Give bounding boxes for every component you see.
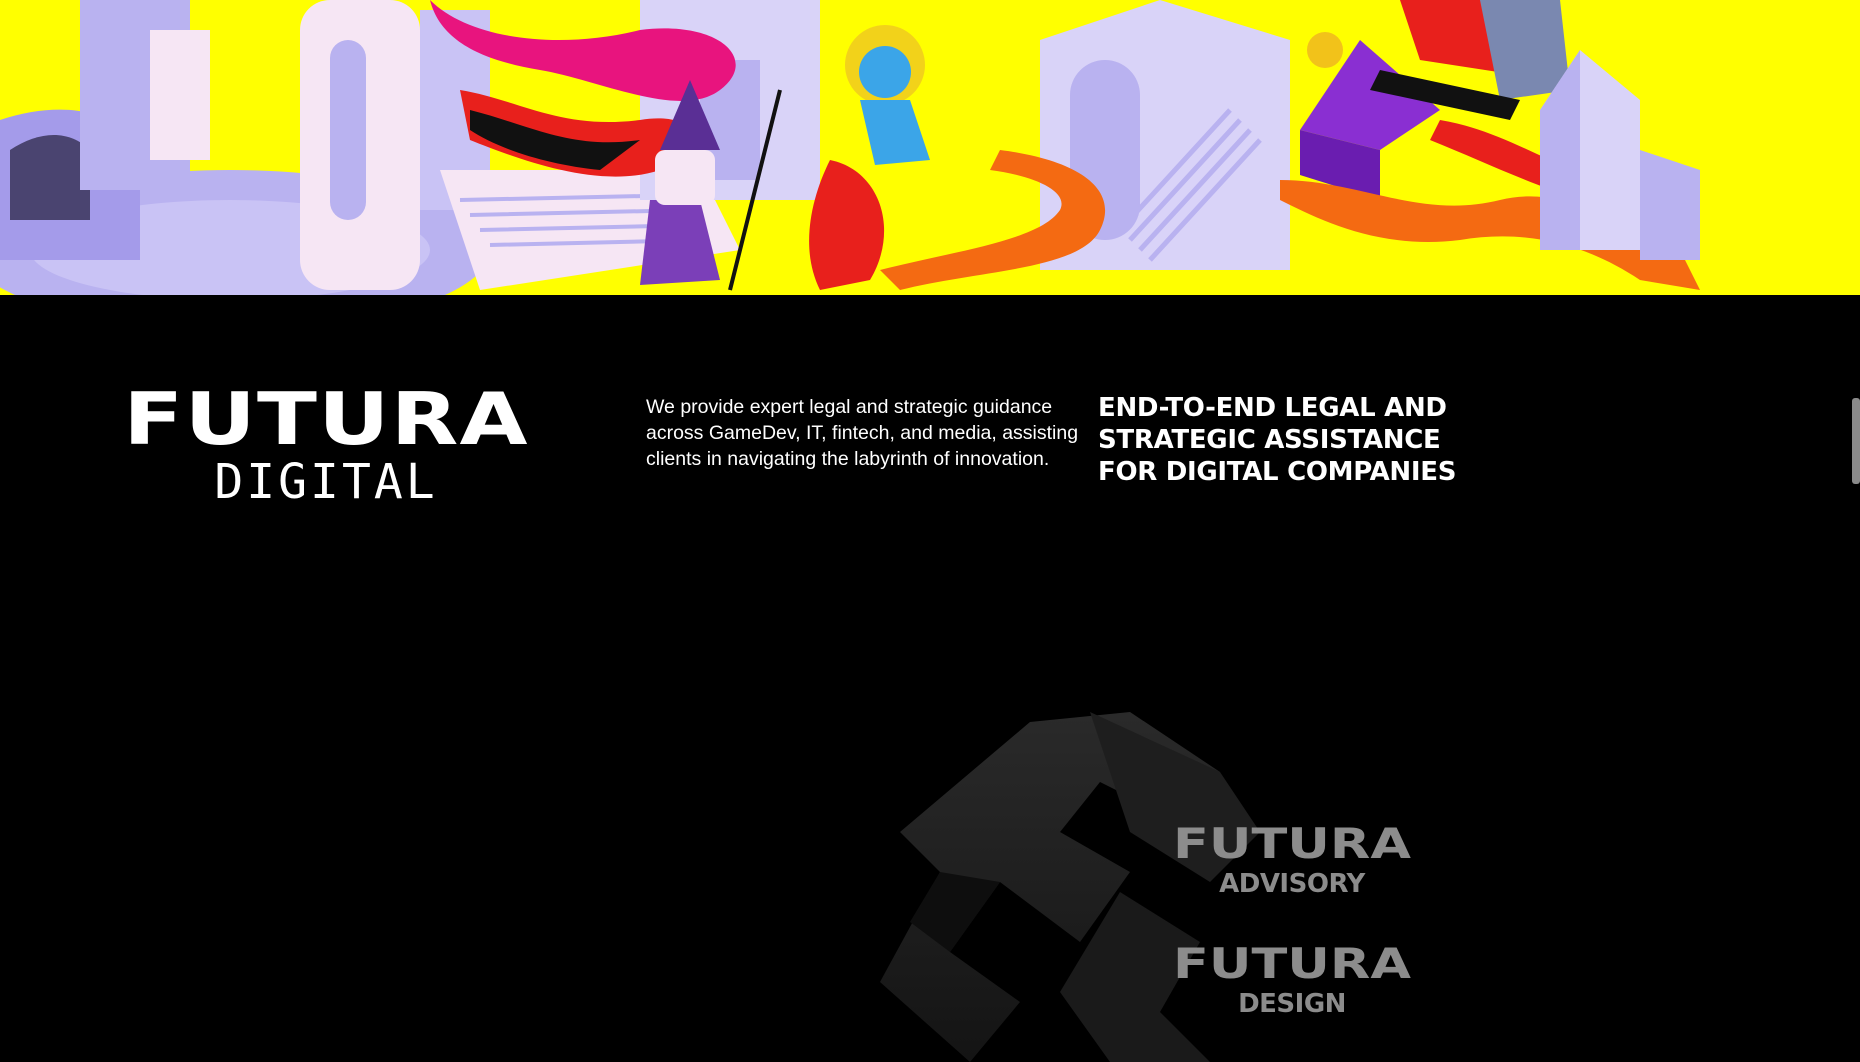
hero-headline: END-TO-END LEGAL AND STRATEGIC ASSISTANC… [1098,393,1457,487]
futura-digital-logo[interactable]: FUTURA DIGITAL [123,383,527,510]
advisory-wordmark: FUTURA [1172,819,1412,868]
futura-advisory-link[interactable]: FUTURA ADVISORY [1122,823,1462,899]
futura-design-link[interactable]: FUTURA DESIGN [1122,943,1462,1019]
intro-description: We provide expert legal and strategic gu… [646,396,1079,470]
page: FUTURA DIGITAL We provide expert legal a… [0,0,1860,1062]
advisory-label: ADVISORY [1219,869,1365,899]
scrollbar-thumb[interactable] [1852,398,1860,484]
design-label: DESIGN [1238,989,1346,1019]
logo-wordmark: FUTURA [123,377,529,461]
logo-subtitle: DIGITAL [214,454,438,510]
labyrinth-illustration-icon [0,0,1860,295]
design-wordmark: FUTURA [1172,939,1412,988]
hero-illustration [0,0,1860,295]
